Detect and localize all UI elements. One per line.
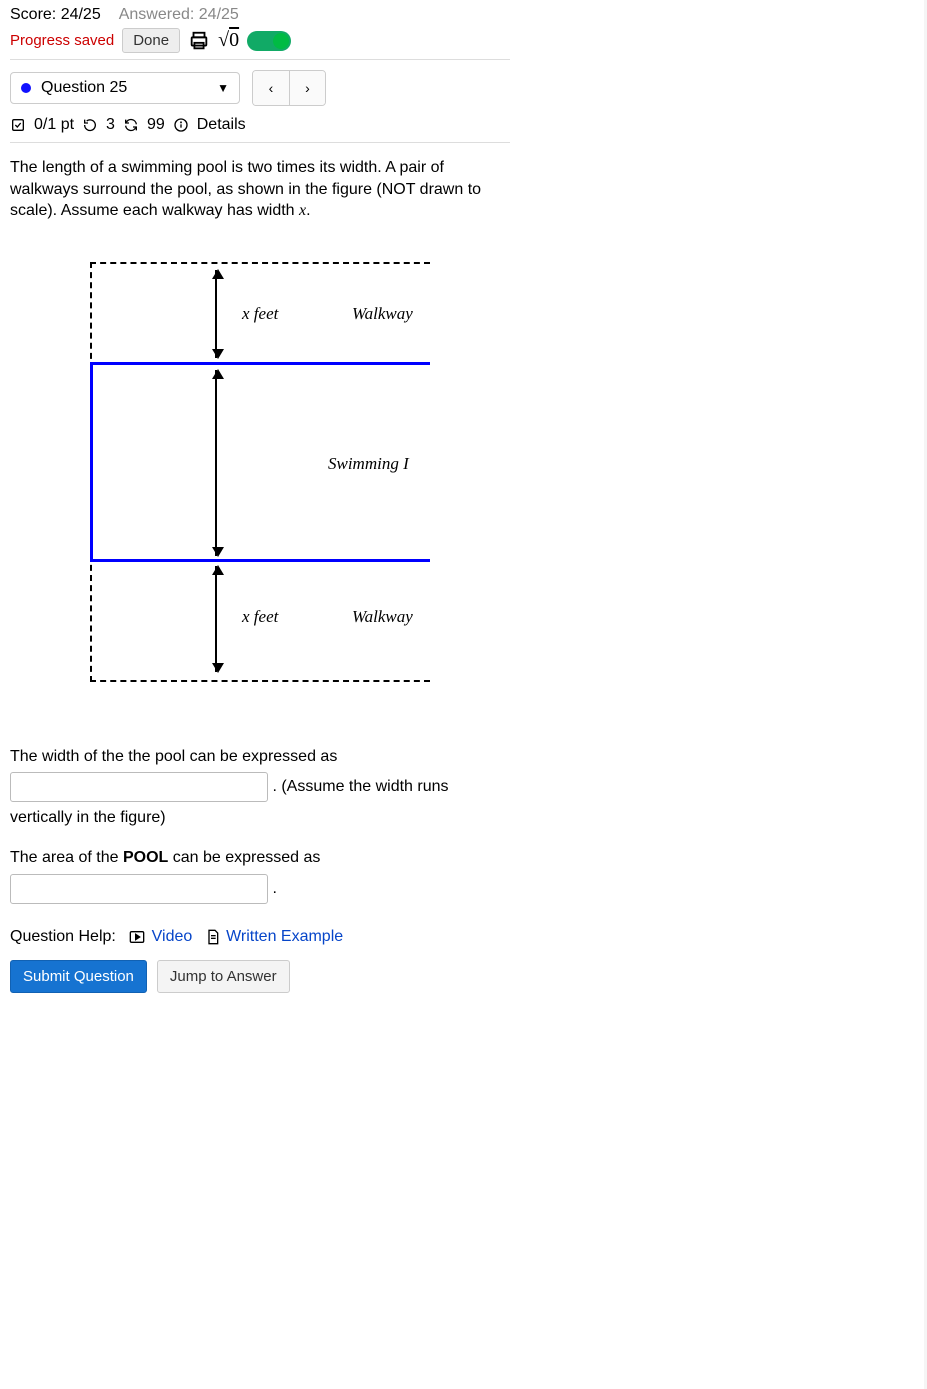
retries-text: 3 [106,116,115,134]
done-button[interactable]: Done [122,28,180,53]
submit-button[interactable]: Submit Question [10,960,147,993]
figure-label-walkway-bottom: Walkway [352,607,413,627]
jump-answer-button[interactable]: Jump to Answer [157,960,290,993]
answered-text: Answered: 24/25 [119,6,239,24]
prev-question-button[interactable]: ‹ [253,71,289,105]
question-selector[interactable]: Question 25 ▼ [10,72,240,104]
chevron-down-icon: ▼ [217,81,229,95]
print-icon[interactable] [188,30,210,52]
next-question-button[interactable]: › [289,71,325,105]
figure-label-walkway-top: Walkway [352,304,413,324]
math-mode-icon[interactable]: √0 [218,29,239,52]
document-icon [206,929,220,945]
points-text: 0/1 pt [34,116,74,134]
figure-label-pool: Swimming I [328,454,409,474]
question-prompt: The length of a swimming pool is two tim… [10,157,510,222]
area-suffix: . [272,880,276,897]
written-example-link[interactable]: Written Example [226,928,343,945]
video-link[interactable]: Video [152,928,193,945]
score-text: Score: 24/25 [10,6,101,24]
video-icon [129,930,145,944]
figure-label-xfeet-bottom: x feet [242,607,278,627]
score-icon [10,117,26,133]
width-question-text: The width of the the pool can be express… [10,742,510,772]
area-input[interactable] [10,874,268,904]
pool-figure: x feet Walkway Swimming I x feet Walkway [90,262,430,682]
status-dot-icon [21,83,31,93]
reattempt-icon [123,117,139,133]
progress-saved: Progress saved [10,32,114,49]
retry-icon [82,117,98,133]
area-question-text: The area of the POOL can be expressed as [10,843,510,873]
info-icon [173,117,189,133]
width-continuation: vertically in the figure) [10,803,510,833]
question-selector-label: Question 25 [41,79,127,97]
reattempts-text: 99 [147,116,165,134]
width-suffix: . (Assume the width runs [272,778,448,795]
width-input[interactable] [10,772,268,802]
help-label: Question Help: [10,928,116,945]
toggle-switch[interactable] [247,31,291,51]
figure-label-xfeet-top: x feet [242,304,278,324]
details-link[interactable]: Details [197,116,246,134]
